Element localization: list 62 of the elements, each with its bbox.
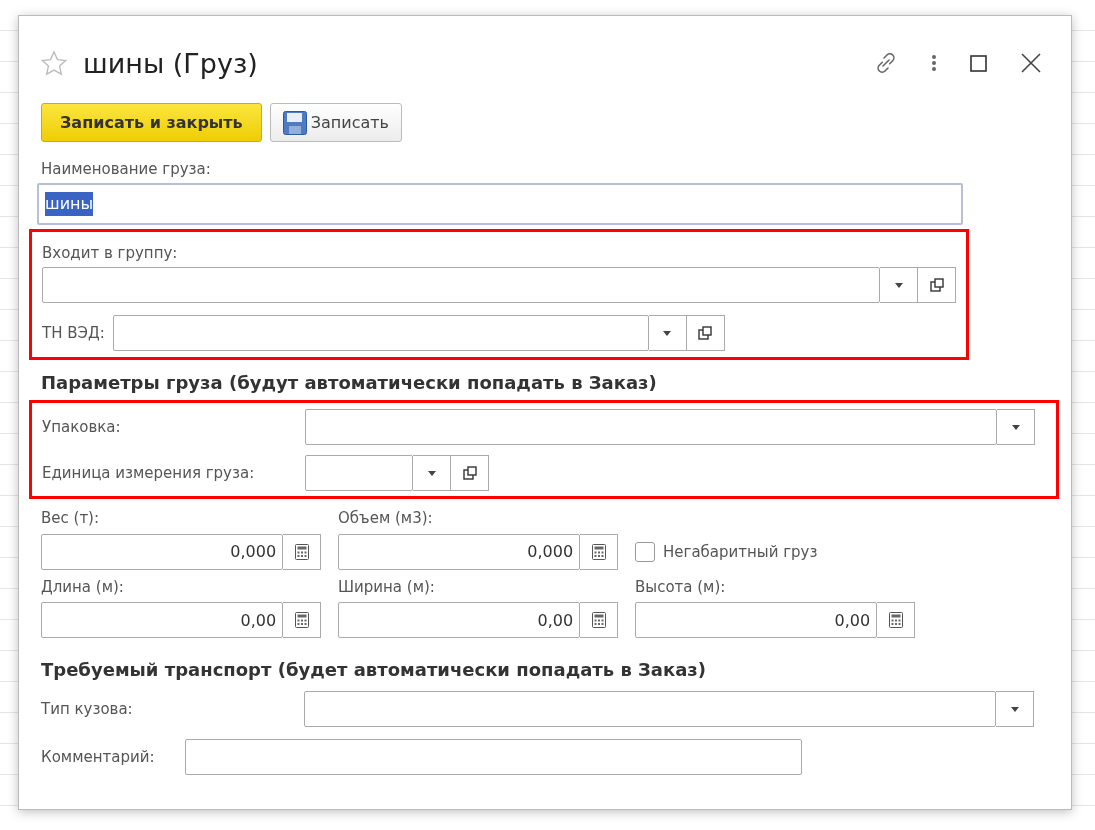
number-field[interactable]: 0,00 <box>41 602 284 638</box>
section-heading: Требуемый транспорт (будет автоматически попадать в Заказ) <box>41 658 708 682</box>
field-label: ТН ВЭД: <box>42 322 105 344</box>
field-label: Длина (м): <box>41 576 125 598</box>
caret-icon <box>1010 706 1019 712</box>
dropdown-button[interactable] <box>880 267 918 303</box>
field-label: Наименование груза: <box>41 159 212 180</box>
name-field[interactable]: шины <box>37 182 963 225</box>
combo-field[interactable] <box>305 409 997 445</box>
field-label: Упаковка: <box>42 416 122 438</box>
field-label: Входит в группу: <box>42 242 179 264</box>
open-button[interactable] <box>686 315 725 351</box>
more-icon[interactable] <box>932 54 936 72</box>
link-icon[interactable] <box>874 51 898 75</box>
calculator-button[interactable] <box>283 602 321 638</box>
checkbox[interactable] <box>635 542 655 563</box>
calculator-icon <box>294 543 309 560</box>
number-field[interactable]: 0,000 <box>338 533 581 570</box>
open-window-icon <box>698 326 713 340</box>
field-label: Комментарий: <box>41 746 156 768</box>
dropdown-button[interactable] <box>997 409 1035 445</box>
combo-field[interactable] <box>305 455 413 491</box>
save-and-close-button[interactable]: Записать и закрыть <box>41 103 262 142</box>
field-label: Единица измерения груза: <box>42 462 256 484</box>
field-label: Тип кузова: <box>41 698 134 720</box>
field-label: Вес (т): <box>41 508 101 529</box>
caret-icon <box>663 330 672 336</box>
number-field[interactable]: 0,00 <box>635 602 878 638</box>
maximize-icon[interactable] <box>970 54 987 72</box>
text-field[interactable] <box>185 739 802 775</box>
number-field[interactable]: 0,000 <box>41 533 284 570</box>
dropdown-button[interactable] <box>996 691 1034 727</box>
calculator-button[interactable] <box>580 533 618 570</box>
calculator-icon <box>591 543 606 560</box>
field-label: Высота (м): <box>635 576 727 598</box>
caret-icon <box>894 282 903 288</box>
caret-icon <box>1011 424 1020 430</box>
combo-field[interactable] <box>304 691 996 727</box>
calculator-button[interactable] <box>580 602 618 638</box>
dropdown-button[interactable] <box>413 455 451 491</box>
combo-field[interactable] <box>112 315 649 351</box>
calculator-icon <box>888 612 903 628</box>
open-button[interactable] <box>451 455 489 491</box>
calculator-button[interactable] <box>877 602 915 638</box>
open-button[interactable] <box>918 267 956 303</box>
star-icon[interactable] <box>41 50 67 76</box>
calculator-icon <box>591 612 606 628</box>
field-label: Ширина (м): <box>338 576 436 598</box>
caret-icon <box>427 470 436 476</box>
number-field[interactable]: 0,00 <box>338 602 581 638</box>
section-heading: Параметры груза (будут автоматически попадать в Заказ) <box>41 371 658 395</box>
dropdown-button[interactable] <box>648 315 687 351</box>
field-label: Объем (м3): <box>338 508 434 529</box>
open-window-icon <box>462 466 477 480</box>
calculator-icon <box>294 612 309 628</box>
combo-field[interactable] <box>42 267 880 303</box>
save-button[interactable]: Записать <box>269 103 402 142</box>
open-window-icon <box>929 278 944 292</box>
calculator-button[interactable] <box>283 533 321 570</box>
window-title: шины (Груз) <box>83 49 258 77</box>
checkbox-label[interactable]: Негабаритный груз <box>663 541 818 564</box>
close-icon[interactable] <box>1021 53 1041 73</box>
